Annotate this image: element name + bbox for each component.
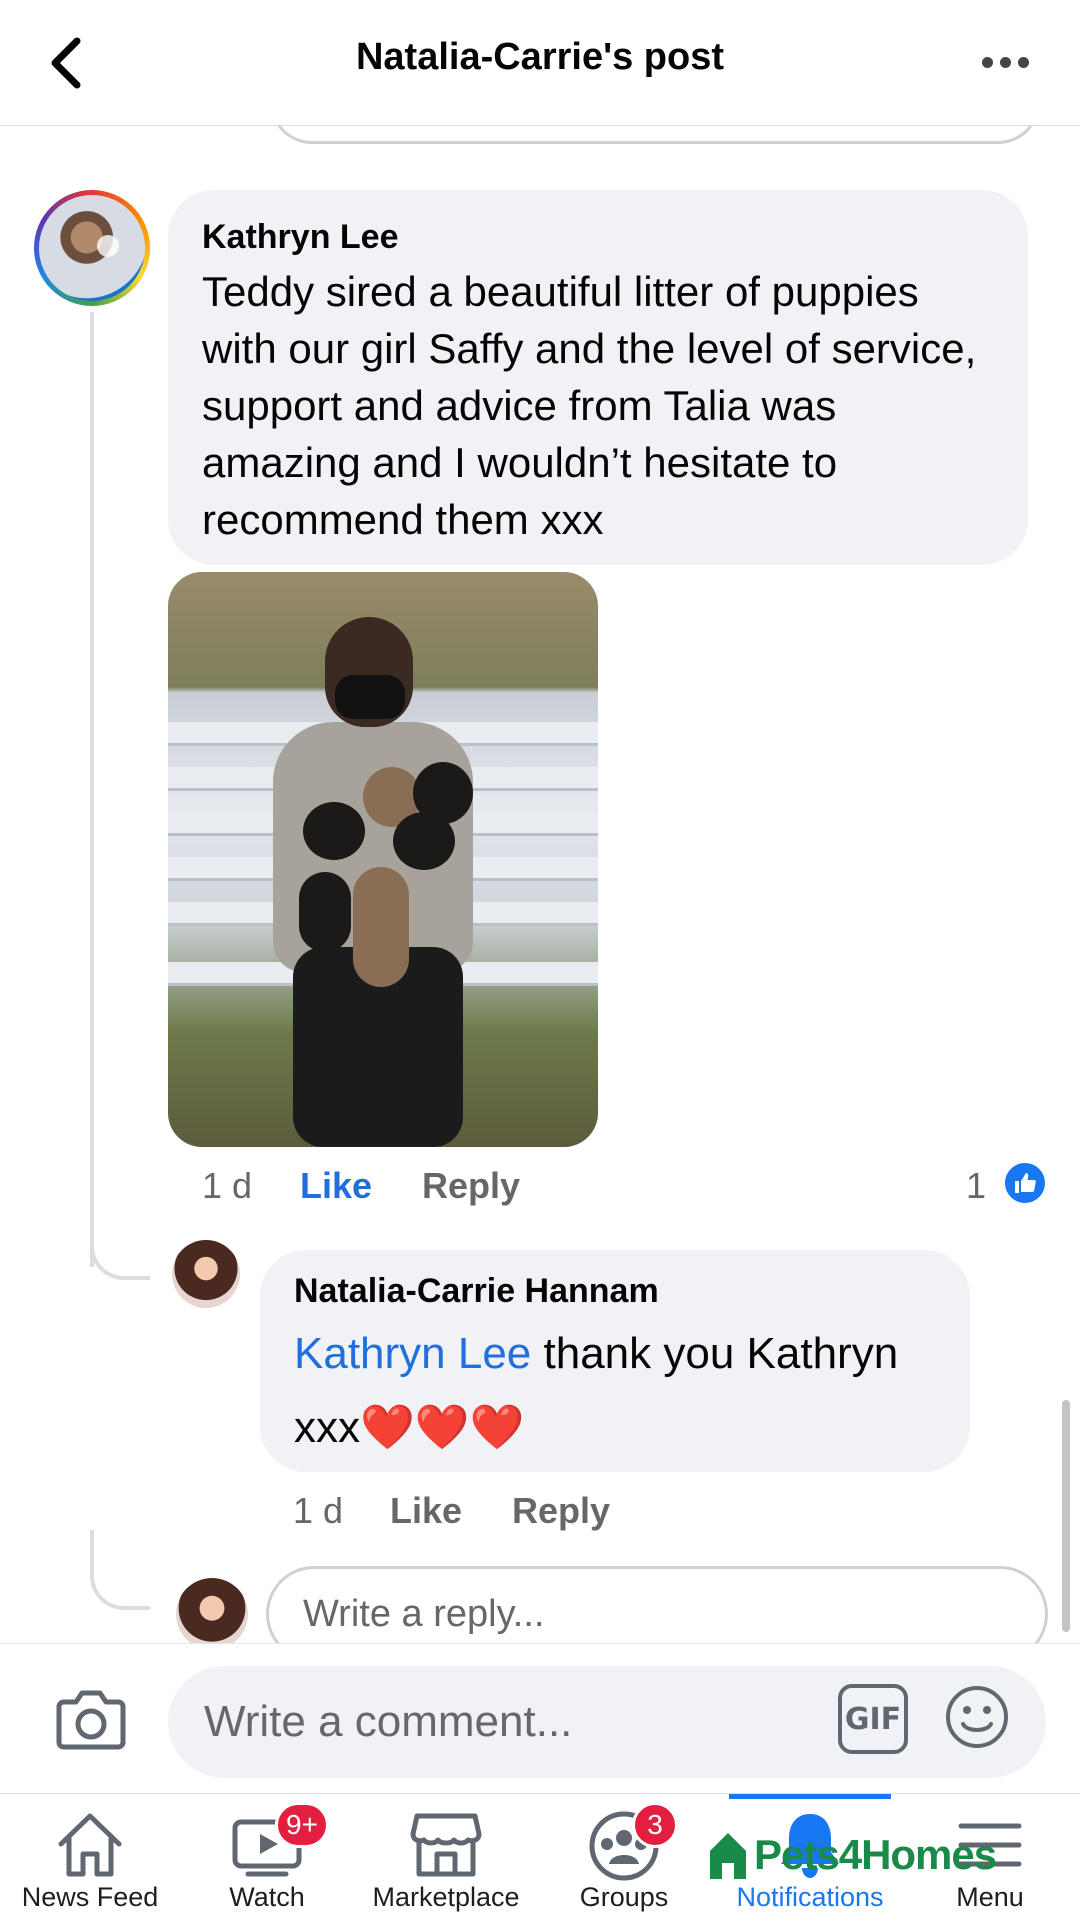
tab-label: News Feed <box>21 1882 159 1912</box>
tab-label: Groups <box>579 1882 669 1912</box>
camera-button[interactable] <box>54 1684 128 1754</box>
tab-label: Marketplace <box>372 1882 520 1912</box>
reply-button[interactable]: Reply <box>422 1165 520 1207</box>
house-logo-icon <box>710 1833 746 1879</box>
tab-marketplace[interactable]: Marketplace <box>356 1794 536 1921</box>
smiley-icon <box>946 1686 1008 1748</box>
notification-badge: 9+ <box>275 1802 329 1848</box>
watermark-text: Pets4Homes <box>754 1831 997 1878</box>
person-figure <box>263 617 483 1147</box>
puppy <box>303 802 365 860</box>
like-reaction-badge[interactable] <box>1002 1160 1048 1206</box>
avatar-photo <box>39 195 145 301</box>
avatar-natalia-carrie[interactable] <box>172 1240 240 1308</box>
puppy <box>353 867 409 987</box>
thread-line <box>90 312 94 1267</box>
reply-button[interactable]: Reply <box>512 1490 610 1532</box>
avatar-kathryn-lee[interactable] <box>34 190 150 306</box>
thumbs-up-icon <box>1015 1173 1036 1193</box>
tab-groups[interactable]: 3 Groups <box>534 1794 714 1921</box>
comment-time: 1 d <box>202 1165 253 1206</box>
home-icon <box>58 1813 122 1877</box>
thread-connector <box>90 1210 150 1280</box>
tab-label: Watch <box>229 1882 305 1912</box>
thread-connector <box>90 1530 150 1610</box>
dot-icon <box>1017 56 1029 68</box>
comment-composer: Write a comment... GIF <box>0 1643 1080 1793</box>
emoji-button[interactable] <box>944 1684 1010 1750</box>
current-user-avatar <box>176 1578 248 1650</box>
watermark-logo: Pets4Homes <box>706 1827 997 1883</box>
comment-time: 1 d <box>293 1490 344 1531</box>
top-app-bar: Natalia-Carrie's post <box>0 0 1080 126</box>
tab-watch[interactable]: 9+ Watch <box>177 1794 357 1921</box>
camera-icon <box>56 1690 126 1750</box>
reply-bubble[interactable]: Natalia-Carrie Hannam Kathryn Lee thank … <box>260 1250 970 1472</box>
gif-button[interactable]: GIF <box>838 1684 908 1754</box>
comment-input[interactable]: Write a comment... <box>168 1666 1046 1778</box>
comment-author[interactable]: Kathryn Lee <box>202 218 994 257</box>
dot-icon <box>999 56 1011 68</box>
tab-label: Notifications <box>736 1882 884 1912</box>
reaction-count[interactable]: 1 <box>966 1165 986 1207</box>
more-options-button[interactable] <box>970 42 1040 82</box>
page-title: Natalia-Carrie's post <box>355 36 725 78</box>
scrollbar[interactable] <box>1062 1400 1070 1632</box>
face-mask <box>335 675 405 719</box>
like-button[interactable]: Like <box>390 1490 462 1532</box>
comment-bubble[interactable]: Kathryn Lee Teddy sired a beautiful litt… <box>168 190 1028 565</box>
mention-link[interactable]: Kathryn Lee <box>294 1329 531 1378</box>
shop-icon <box>410 1813 482 1877</box>
comment-photo[interactable] <box>168 572 598 1147</box>
like-button[interactable]: Like <box>300 1165 372 1207</box>
comment-text: Kathryn Lee thank you Kathryn xxx❤️❤️❤️ <box>294 1317 936 1465</box>
puppy <box>393 812 455 870</box>
notification-badge: 3 <box>632 1802 678 1848</box>
puppy <box>299 872 351 952</box>
comment-text: Teddy sired a beautiful litter of puppie… <box>202 268 977 543</box>
tab-label: Menu <box>956 1882 1024 1912</box>
comment-author[interactable]: Natalia-Carrie Hannam <box>294 1272 936 1311</box>
tab-news-feed[interactable]: News Feed <box>0 1794 180 1921</box>
dot-icon <box>981 56 993 68</box>
